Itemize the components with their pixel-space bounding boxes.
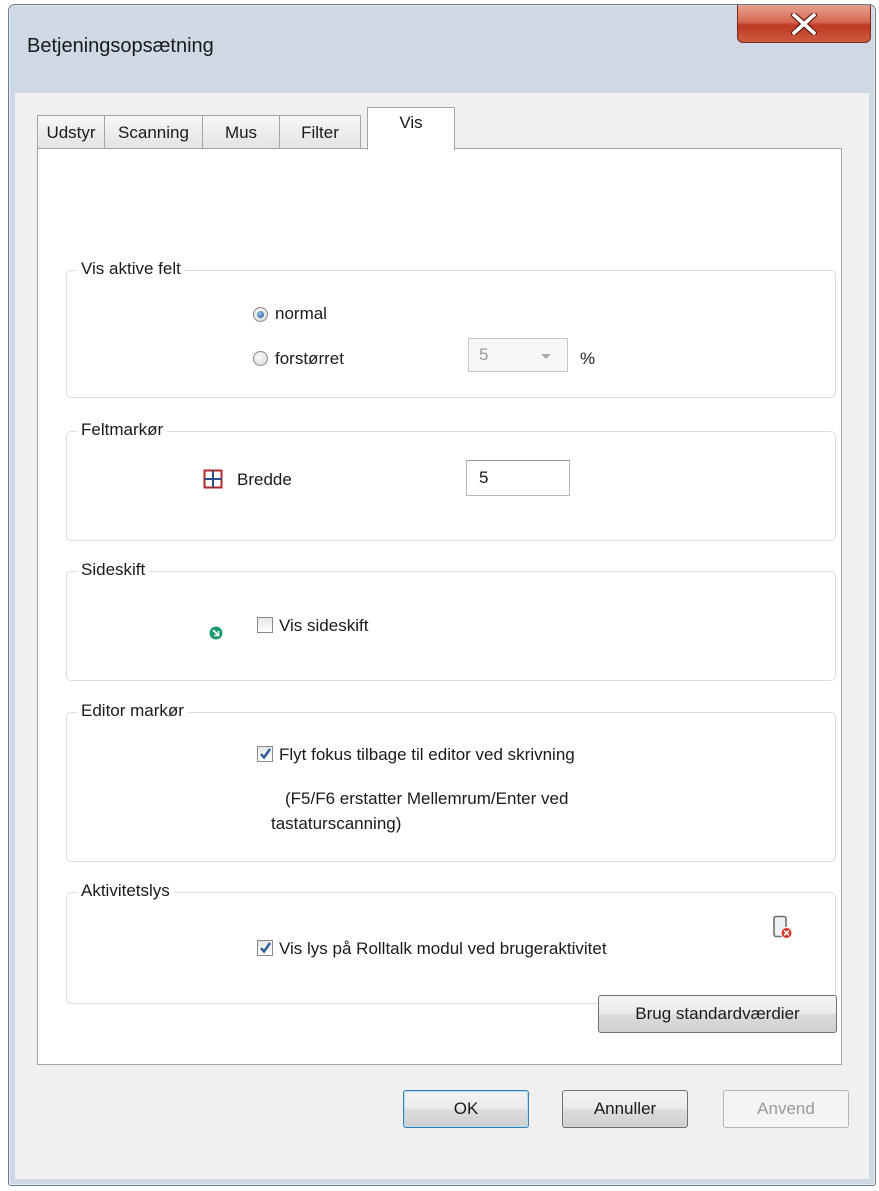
group-title-field-cursor: Feltmarkør <box>77 419 168 441</box>
group-title-active-fields: Vis aktive felt <box>77 258 185 280</box>
window-title: Betjeningsopsætning <box>27 35 214 57</box>
activity-light-label[interactable]: Vis lys på Rolltalk modul ved brugerakti… <box>279 938 607 960</box>
group-title-editor-cursor: Editor markør <box>77 700 188 722</box>
green-arrow-icon <box>209 626 223 640</box>
radio-normal[interactable] <box>253 307 268 322</box>
apply-button[interactable]: Anvend <box>723 1090 849 1128</box>
show-page-break-label[interactable]: Vis sideskift <box>279 615 368 637</box>
group-editor-cursor: Editor markør Flyt fokus tilbage til edi… <box>66 700 836 862</box>
tab-filter[interactable]: Filter <box>279 115 361 149</box>
cancel-button[interactable]: Annuller <box>562 1090 688 1128</box>
tab-mus[interactable]: Mus <box>202 115 280 149</box>
width-label: Bredde <box>237 470 292 489</box>
group-page-break: Sideskift Vis sideskift <box>66 559 836 681</box>
activity-light-checkbox[interactable] <box>257 940 273 956</box>
grid-icon <box>203 469 223 489</box>
move-focus-checkbox[interactable] <box>257 746 273 762</box>
radio-selected-dot <box>257 311 264 318</box>
editor-note-line1: (F5/F6 erstatter Mellemrum/Enter ved <box>285 789 569 808</box>
width-input-value: 5 <box>479 468 489 487</box>
width-input[interactable]: 5 <box>466 460 570 496</box>
title-bar[interactable]: Betjeningsopsætning <box>9 5 875 93</box>
dialog-client: Udstyr Scanning Mus Filter Vis Vis aktiv… <box>15 93 869 1179</box>
group-title-page-break: Sideskift <box>77 559 150 581</box>
radio-enlarged-label[interactable]: forstørret <box>275 348 344 370</box>
radio-enlarged[interactable] <box>253 351 268 366</box>
dialog-window: Betjeningsopsætning Udstyr Scanning Mus … <box>8 4 876 1186</box>
editor-note-line2: tastaturscanning) <box>271 814 402 833</box>
move-focus-label[interactable]: Flyt fokus tilbage til editor ved skrivn… <box>279 744 575 766</box>
radio-normal-label[interactable]: normal <box>275 303 327 325</box>
show-page-break-checkbox[interactable] <box>257 617 273 633</box>
enlarge-percent-value: 5 <box>479 345 489 364</box>
tab-scanning[interactable]: Scanning <box>104 115 203 149</box>
tab-vis[interactable]: Vis <box>367 107 455 150</box>
ok-button[interactable]: OK <box>403 1090 529 1128</box>
close-button[interactable] <box>737 5 871 43</box>
tab-panel-vis: Vis aktive felt normal forstørret 5 % Fe… <box>37 148 842 1065</box>
close-icon <box>791 12 817 35</box>
group-field-cursor: Feltmarkør Bredde 5 <box>66 419 836 541</box>
group-activity-light: Aktivitetslys Vis lys på Rolltalk modul … <box>66 880 836 1004</box>
tab-udstyr[interactable]: Udstyr <box>37 115 105 149</box>
group-active-fields: Vis aktive felt normal forstørret 5 % <box>66 258 836 398</box>
chevron-down-icon <box>541 354 551 359</box>
group-title-activity-light: Aktivitetslys <box>77 880 174 902</box>
percent-unit-label: % <box>580 349 596 368</box>
device-error-icon <box>773 915 793 939</box>
use-defaults-button[interactable]: Brug standardværdier <box>598 995 837 1033</box>
checkmark-icon <box>260 748 271 760</box>
checkmark-icon <box>260 942 271 954</box>
enlarge-percent-select[interactable]: 5 <box>468 338 568 372</box>
